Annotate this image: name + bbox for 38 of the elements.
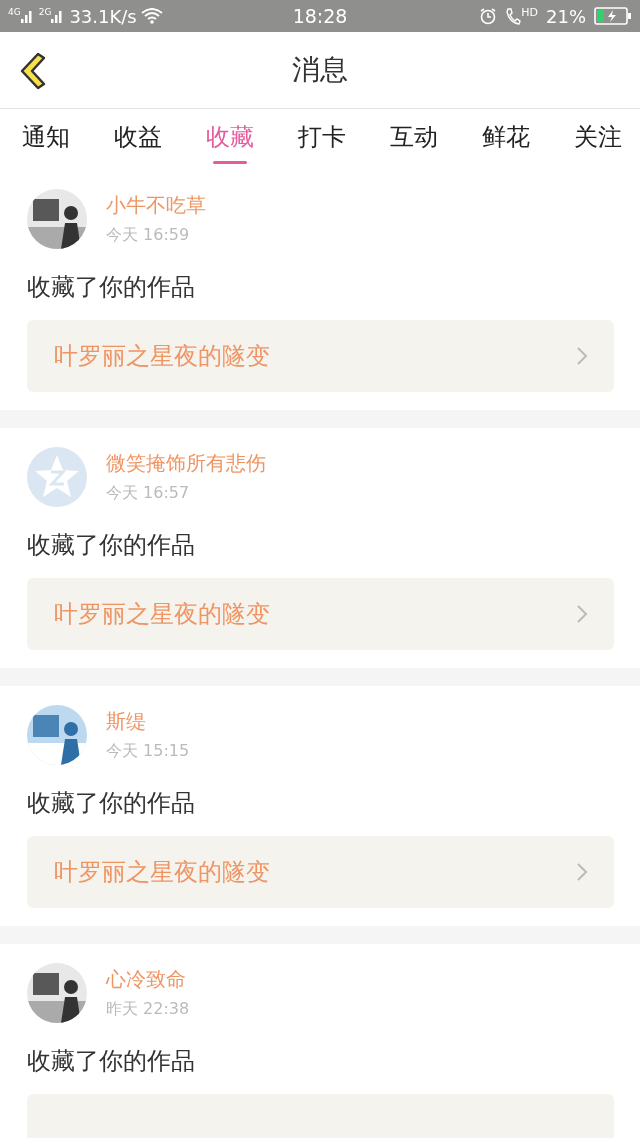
message-time: 今天 16:57	[106, 483, 191, 504]
network-label: 2G	[38, 8, 52, 17]
work-link[interactable]: 叶罗丽之星夜的隧变	[27, 320, 614, 392]
message-text: 收藏了你的作品	[27, 788, 196, 819]
tab[interactable]: 关注	[570, 109, 626, 170]
page-title: 消息	[292, 52, 348, 88]
clock-time: 18:28	[292, 5, 348, 27]
alarm-icon	[479, 7, 498, 25]
signal-icon	[20, 8, 35, 24]
wifi-icon	[140, 8, 163, 24]
chevron-right-icon	[576, 604, 588, 624]
chevron-right-icon	[576, 862, 588, 882]
phone-icon	[505, 7, 522, 25]
tab[interactable]: 通知	[18, 109, 74, 170]
message-text: 收藏了你的作品	[27, 272, 196, 303]
message-text: 收藏了你的作品	[27, 1046, 196, 1077]
default-avatar-icon	[27, 447, 87, 507]
tab[interactable]: 互动	[386, 109, 442, 170]
work-link[interactable]: 叶罗丽之星夜的隧变	[27, 836, 614, 908]
user-name[interactable]: 心冷致命	[106, 966, 190, 993]
work-link[interactable]: 叶罗丽之星夜的隧变	[27, 578, 614, 650]
user-name[interactable]: 斯缇	[106, 708, 190, 735]
tab[interactable]: 打卡	[294, 109, 350, 170]
battery-percent: 21%	[546, 5, 586, 27]
battery-charging-icon	[594, 7, 632, 25]
tab[interactable]: 鲜花	[478, 109, 534, 170]
message-time: 昨天 22:38	[106, 999, 190, 1020]
message-time: 今天 16:59	[106, 225, 191, 246]
tab[interactable]: 收藏	[202, 109, 258, 170]
chevron-right-icon	[576, 346, 588, 366]
message-time: 今天 15:15	[106, 741, 190, 762]
tab[interactable]: 收益	[110, 109, 166, 170]
message-text: 收藏了你的作品	[27, 530, 196, 561]
user-name[interactable]: 微笑掩饰所有悲伤	[106, 450, 266, 477]
hd-label: HD	[521, 7, 538, 18]
user-name[interactable]: 小牛不吃草	[106, 192, 206, 219]
network-label: 4G	[8, 8, 21, 17]
network-speed: 33.1K/s	[69, 5, 137, 27]
